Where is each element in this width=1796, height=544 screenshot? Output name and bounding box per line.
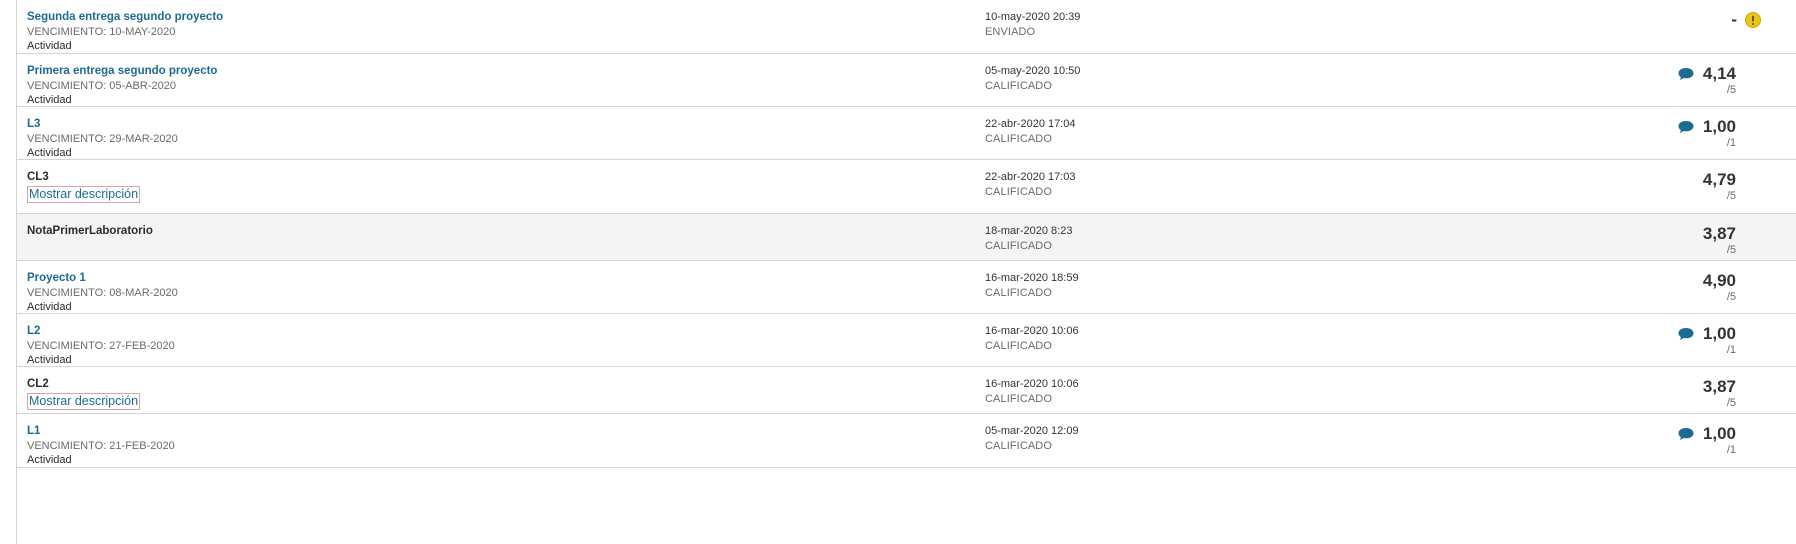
- status-label: CALIFICADO: [985, 80, 1053, 92]
- grade-row: CL3 Mostrar descripción 22-abr-2020 17:0…: [17, 160, 1796, 214]
- grade-row: L3 VENCIMIENTO: 29-MAR-2020 Actividad 22…: [17, 107, 1796, 160]
- grade-row: Primera entrega segundo proyecto VENCIMI…: [17, 54, 1796, 107]
- warning-icon: [1745, 12, 1761, 28]
- comment-icon[interactable]: [1677, 327, 1695, 341]
- status-label: ENVIADO: [985, 26, 1036, 38]
- submission-date: 22-abr-2020 17:04: [985, 118, 1076, 130]
- submission-date: 22-abr-2020 17:03: [985, 171, 1076, 183]
- item-type: Actividad: [27, 40, 72, 52]
- points-possible: /1: [1726, 137, 1736, 149]
- grade-row: NotaPrimerLaboratorio 18-mar-2020 8:23 C…: [17, 214, 1796, 261]
- due-date: VENCIMIENTO: 29-MAR-2020: [27, 133, 178, 145]
- status-label: CALIFICADO: [985, 440, 1053, 452]
- points-possible: /5: [1726, 397, 1736, 409]
- status-label: CALIFICADO: [985, 340, 1053, 352]
- due-date: VENCIMIENTO: 27-FEB-2020: [27, 340, 175, 352]
- grade-row: [17, 468, 1796, 508]
- grade-value: 4,90: [1702, 271, 1736, 290]
- grade-value: 1,00: [1702, 117, 1736, 136]
- status-label: CALIFICADO: [985, 240, 1053, 252]
- comment-icon[interactable]: [1677, 427, 1695, 441]
- due-date: VENCIMIENTO: 21-FEB-2020: [27, 440, 175, 452]
- due-date: VENCIMIENTO: 05-ABR-2020: [27, 80, 176, 92]
- submission-date: 16-mar-2020 18:59: [985, 272, 1079, 284]
- points-possible: /1: [1726, 344, 1736, 356]
- submission-date: 05-may-2020 10:50: [985, 65, 1081, 77]
- grades-list: Segunda entrega segundo proyecto VENCIMI…: [16, 0, 1796, 544]
- points-possible: /1: [1726, 444, 1736, 456]
- submission-date: 18-mar-2020 8:23: [985, 225, 1073, 237]
- grade-row: Proyecto 1 VENCIMIENTO: 08-MAR-2020 Acti…: [17, 261, 1796, 314]
- grade-value: 1,00: [1702, 324, 1736, 343]
- grade-item-title-cutoff: [27, 478, 927, 484]
- points-possible: /5: [1726, 84, 1736, 96]
- comment-icon[interactable]: [1677, 67, 1695, 81]
- grade-item-title: NotaPrimerLaboratorio: [27, 225, 153, 237]
- grade-value: -: [1731, 10, 1737, 29]
- item-type: Actividad: [27, 354, 72, 366]
- due-date: VENCIMIENTO: 08-MAR-2020: [27, 287, 178, 299]
- grade-value: 4,14: [1702, 64, 1736, 83]
- item-type: Actividad: [27, 454, 72, 466]
- show-description-button[interactable]: Mostrar descripción: [27, 186, 141, 203]
- grade-row: CL2 Mostrar descripción 16-mar-2020 10:0…: [17, 367, 1796, 414]
- grade-item-title[interactable]: Primera entrega segundo proyecto: [27, 64, 927, 79]
- points-possible: /5: [1726, 190, 1736, 202]
- grade-row: Segunda entrega segundo proyecto VENCIMI…: [17, 0, 1796, 54]
- grade-value: 3,87: [1702, 224, 1736, 243]
- grade-item-title[interactable]: Segunda entrega segundo proyecto: [27, 10, 927, 25]
- grade-value: 4,79: [1702, 170, 1736, 189]
- grade-item-title[interactable]: Proyecto 1: [27, 271, 927, 286]
- status-label: CALIFICADO: [985, 287, 1053, 299]
- grade-row: L1 VENCIMIENTO: 21-FEB-2020 Actividad 05…: [17, 414, 1796, 468]
- submission-date: 16-mar-2020 10:06: [985, 325, 1079, 337]
- submission-date: 05-mar-2020 12:09: [985, 425, 1079, 437]
- status-label: CALIFICADO: [985, 186, 1053, 198]
- comment-icon[interactable]: [1677, 120, 1695, 134]
- due-date: VENCIMIENTO: 10-MAY-2020: [27, 26, 176, 38]
- grade-row: L2 VENCIMIENTO: 27-FEB-2020 Actividad 16…: [17, 314, 1796, 367]
- points-possible: /5: [1726, 244, 1736, 256]
- submission-date: 16-mar-2020 10:06: [985, 378, 1079, 390]
- show-description-button[interactable]: Mostrar descripción: [27, 393, 141, 410]
- points-possible: /5: [1726, 291, 1736, 303]
- grade-item-title: CL3: [27, 171, 49, 183]
- submission-date: 10-may-2020 20:39: [985, 11, 1081, 23]
- item-type: Actividad: [27, 94, 72, 106]
- grade-item-title[interactable]: L1: [27, 424, 927, 439]
- status-label: CALIFICADO: [985, 133, 1053, 145]
- grade-value: 3,87: [1702, 377, 1736, 396]
- grade-value: 1,00: [1702, 424, 1736, 443]
- grade-item-title[interactable]: L2: [27, 324, 927, 339]
- status-label: CALIFICADO: [985, 393, 1053, 405]
- item-type: Actividad: [27, 301, 72, 313]
- grade-item-title[interactable]: L3: [27, 117, 927, 132]
- item-type: Actividad: [27, 147, 72, 159]
- grade-item-title: CL2: [27, 378, 49, 390]
